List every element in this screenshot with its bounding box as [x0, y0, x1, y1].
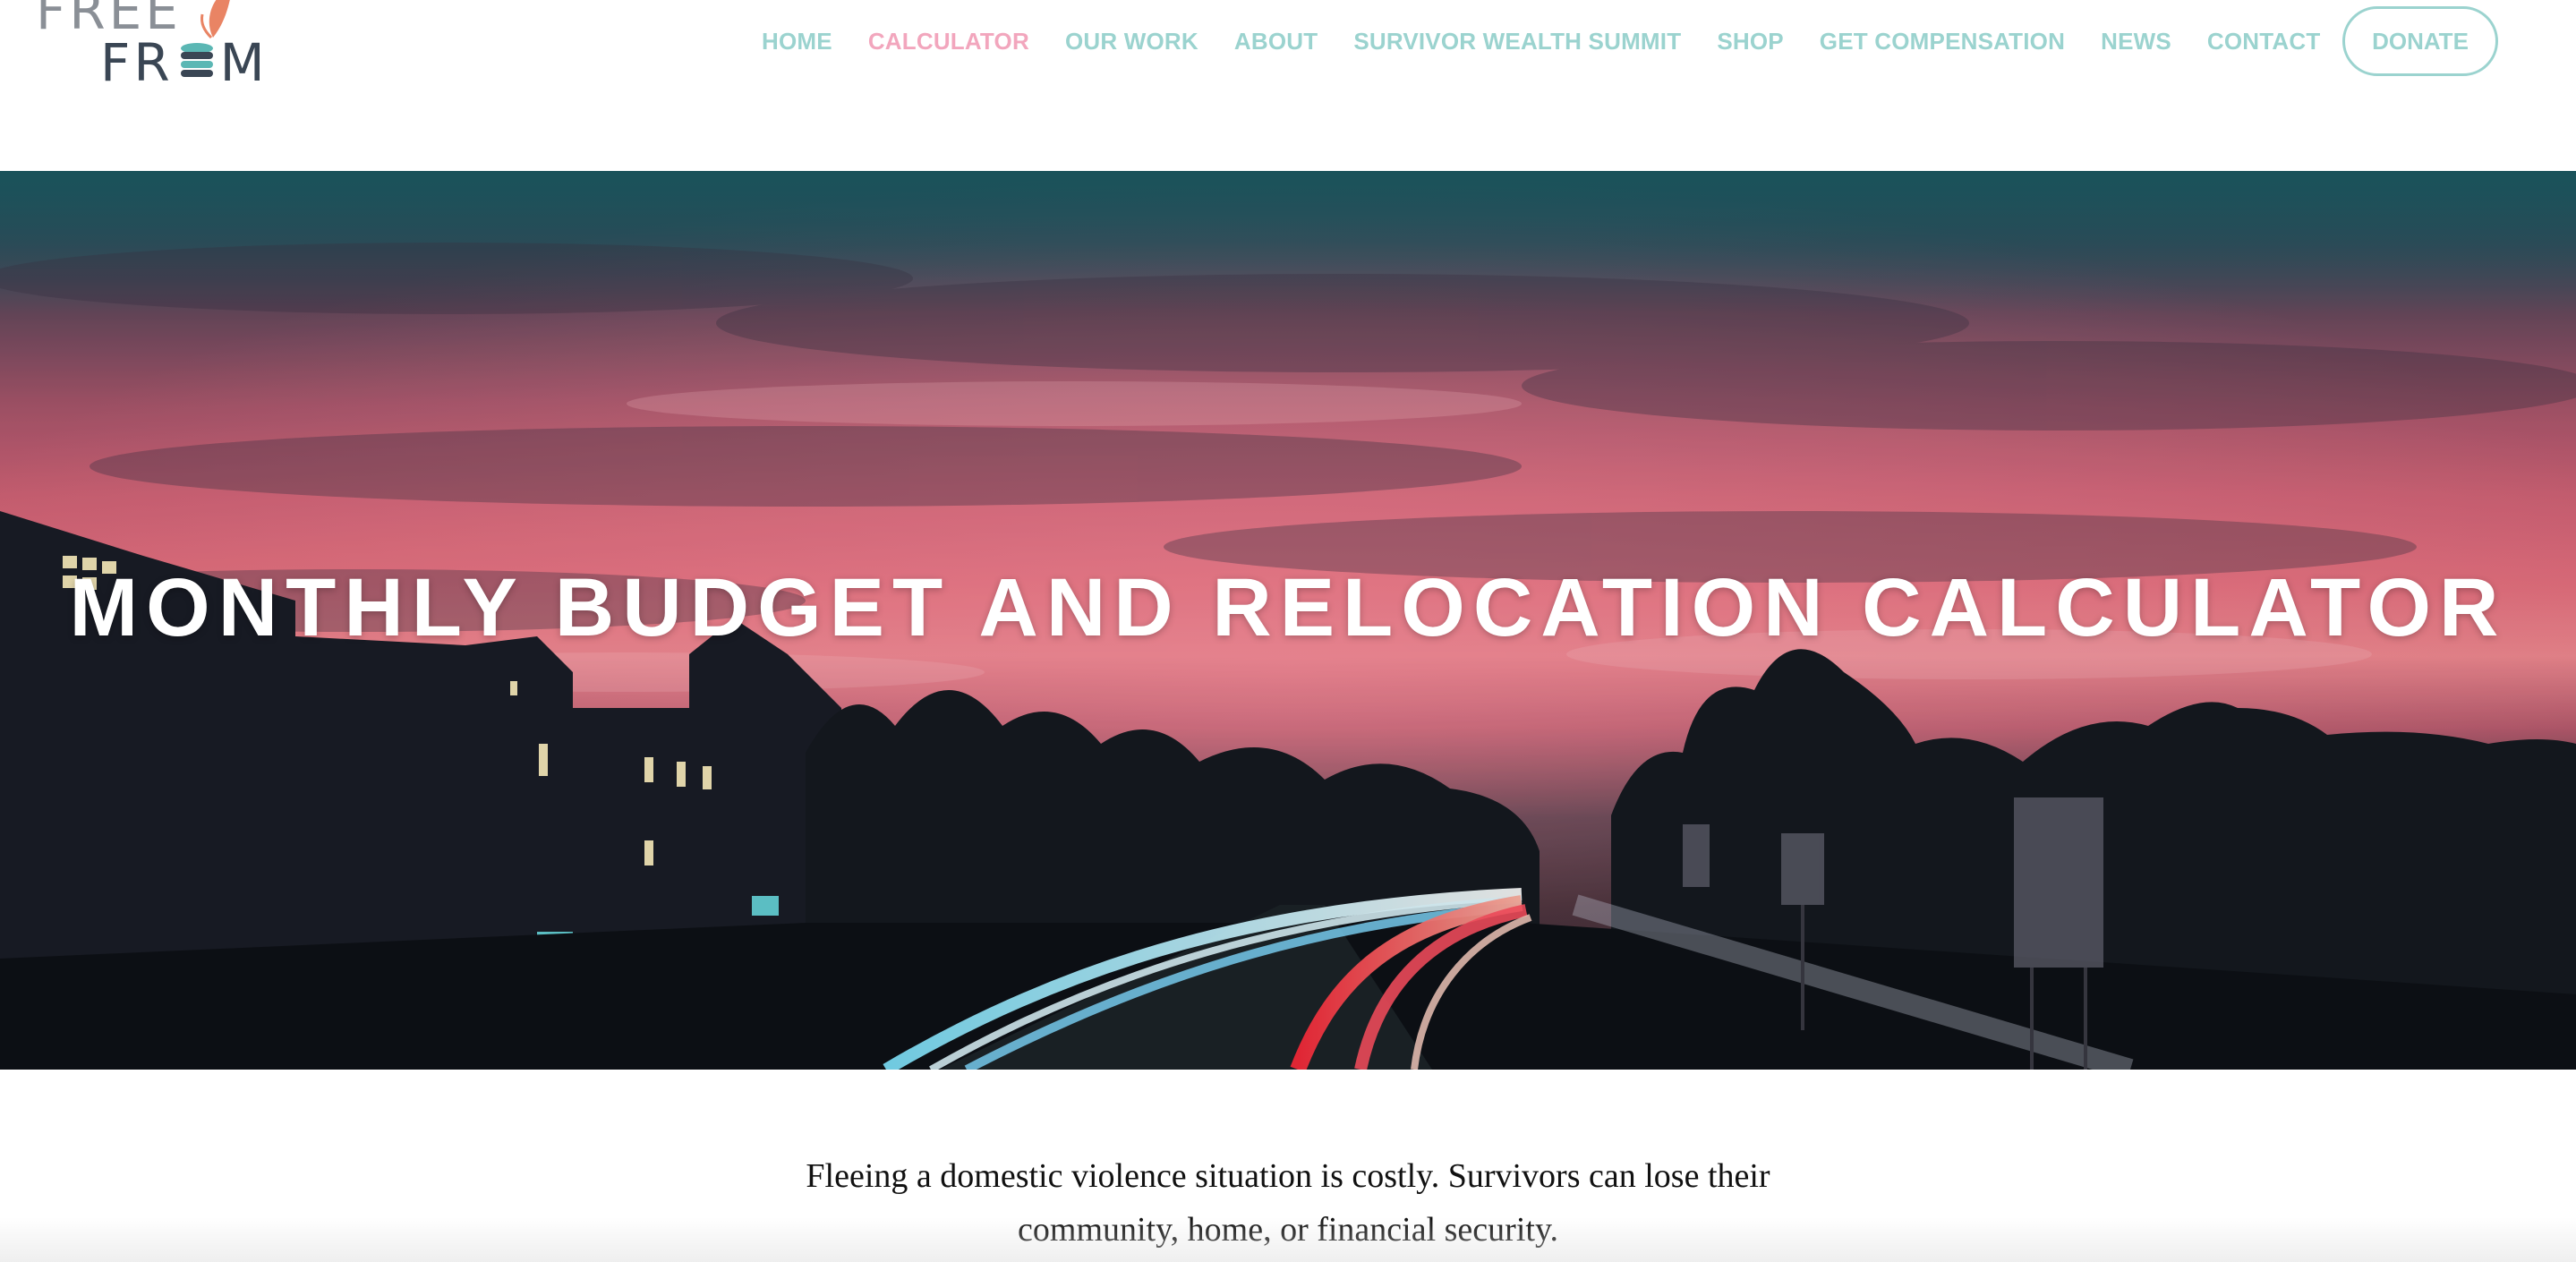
freefrom-logo[interactable]: FREE FR M: [36, 0, 286, 97]
nav-survivor-wealth-summit[interactable]: SURVIVOR WEALTH SUMMIT: [1353, 28, 1681, 55]
main-nav: HOME CALCULATOR OUR WORK ABOUT SURVIVOR …: [762, 0, 2356, 82]
site-header: FREE FR M HOME CALCULATOR OUR WORK ABOUT…: [0, 0, 2576, 171]
intro-line-2: community, home, or financial security.: [1018, 1211, 1558, 1249]
nav-about[interactable]: ABOUT: [1234, 28, 1318, 55]
nav-our-work[interactable]: OUR WORK: [1065, 28, 1198, 55]
logo-from-left: FR: [100, 32, 174, 93]
nav-news[interactable]: NEWS: [2101, 28, 2171, 55]
nav-calculator[interactable]: CALCULATOR: [868, 28, 1029, 55]
nav-home[interactable]: HOME: [762, 28, 832, 55]
logo-from-text: FR M: [100, 32, 269, 93]
intro-line-1: Fleeing a domestic violence situation is…: [806, 1157, 1770, 1195]
nav-shop[interactable]: SHOP: [1717, 28, 1783, 55]
hero-banner: MONTHLY BUDGET AND RELOCATION CALCULATOR: [0, 171, 2576, 1070]
page-title: MONTHLY BUDGET AND RELOCATION CALCULATOR: [69, 562, 2507, 653]
coin-stack-icon: [180, 43, 213, 77]
page: FREE FR M HOME CALCULATOR OUR WORK ABOUT…: [0, 0, 2576, 1262]
nav-contact[interactable]: CONTACT: [2207, 28, 2321, 55]
logo-from-right: M: [219, 32, 269, 93]
donate-button[interactable]: DONATE: [2342, 6, 2498, 76]
intro-paragraph: Fleeing a domestic violence situation is…: [0, 1149, 2576, 1257]
nav-get-compensation[interactable]: GET COMPENSATION: [1820, 28, 2065, 55]
